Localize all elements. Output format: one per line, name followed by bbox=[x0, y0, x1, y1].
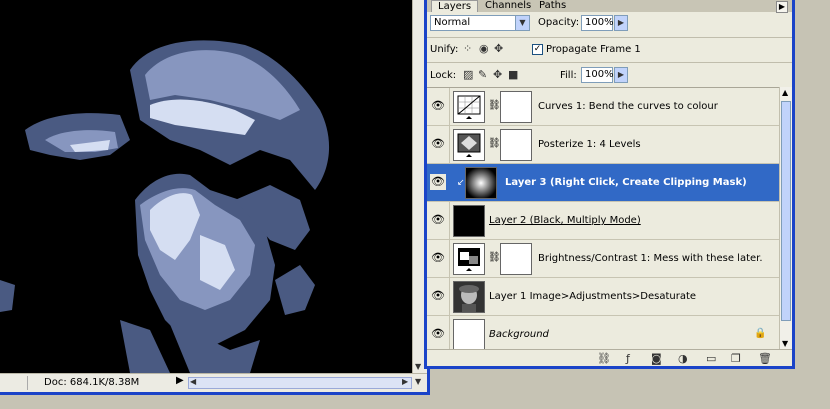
lock-label: Lock: bbox=[430, 70, 457, 81]
divider bbox=[427, 62, 792, 63]
layer-name: Layer 2 (Black, Multiply Mode) bbox=[489, 215, 641, 226]
scroll-down-arrow-icon[interactable]: ▼ bbox=[782, 339, 788, 348]
curves-adjustment-thumbnail-icon bbox=[453, 91, 485, 123]
layer-mask-thumbnail[interactable] bbox=[500, 129, 532, 161]
palette-tabs: Layers Channels Paths ▶ bbox=[427, 0, 792, 13]
fill-value: 100% bbox=[585, 69, 614, 80]
clipping-arrow-icon: ↙ bbox=[457, 178, 465, 188]
blend-mode-select[interactable]: Normal ▼ bbox=[430, 15, 530, 31]
doc-size-status: Doc: 684.1K/8.38M bbox=[44, 377, 140, 388]
tab-layers[interactable]: Layers bbox=[431, 0, 479, 12]
link-column[interactable] bbox=[449, 240, 450, 278]
palette-menu-arrow-icon[interactable]: ▶ bbox=[776, 1, 788, 13]
layer-row-brightness-contrast[interactable]: 👁 ⛓ Brightness/Contrast 1: Mess with the… bbox=[427, 240, 779, 278]
propagate-frame-label: Propagate Frame 1 bbox=[546, 44, 641, 55]
opacity-input[interactable]: 100% bbox=[581, 15, 614, 31]
posterize-adjustment-thumbnail-icon bbox=[453, 129, 485, 161]
scroll-up-arrow-icon[interactable]: ▲ bbox=[782, 88, 788, 97]
lock-paint-brush-icon[interactable]: ✎ bbox=[478, 68, 487, 81]
black-layer-thumbnail[interactable] bbox=[453, 205, 485, 237]
workspace-background bbox=[795, 0, 830, 409]
layer-list: 👁 ⛓ Curves 1: Bend the curves to colour … bbox=[427, 87, 779, 349]
brightness-contrast-thumbnail-icon bbox=[453, 243, 485, 275]
delete-layer-trash-icon[interactable]: 🗑 bbox=[758, 352, 772, 365]
layer-name: Brightness/Contrast 1: Mess with these l… bbox=[538, 253, 763, 264]
layer-list-scrollbar[interactable]: ▲ ▼ bbox=[779, 87, 792, 349]
link-layers-icon[interactable]: ⛓ bbox=[597, 352, 611, 365]
opacity-label: Opacity: bbox=[538, 17, 580, 28]
scroll-left-arrow-icon[interactable]: ◀ bbox=[190, 377, 196, 386]
eye-visibility-icon[interactable]: 👁 bbox=[430, 212, 446, 228]
lock-position-move-icon[interactable]: ✥ bbox=[493, 68, 502, 81]
unify-position-icon[interactable]: ⁘ bbox=[463, 42, 472, 55]
opacity-value: 100% bbox=[585, 17, 614, 28]
scroll-right-arrow-icon[interactable]: ▶ bbox=[402, 377, 408, 386]
layer-mask-thumbnail[interactable] bbox=[500, 91, 532, 123]
layer-name: Layer 3 (Right Click, Create Clipping Ma… bbox=[505, 177, 747, 188]
status-menu-arrow-icon[interactable]: ▶ bbox=[176, 375, 184, 386]
horizontal-scrollbar[interactable] bbox=[188, 377, 412, 389]
layers-palette: Layers Channels Paths ▶ Normal ▼ Opacity… bbox=[424, 0, 795, 369]
mask-link-chain-icon[interactable]: ⛓ bbox=[488, 138, 501, 149]
image-canvas[interactable] bbox=[0, 0, 412, 373]
fill-slider-arrow-icon[interactable]: ▶ bbox=[614, 67, 628, 83]
layer-row-posterize[interactable]: 👁 ⛓ Posterize 1: 4 Levels bbox=[427, 126, 779, 164]
layer-row-curves[interactable]: 👁 ⛓ Curves 1: Bend the curves to colour bbox=[427, 88, 779, 126]
scroll-down-corner-icon[interactable]: ▼ bbox=[415, 377, 421, 386]
link-column[interactable] bbox=[449, 202, 450, 240]
layer-style-fx-icon[interactable]: ƒ bbox=[626, 352, 630, 365]
palette-footer: ⛓ ƒ ◙ ◑ ▭ ❐ 🗑 bbox=[427, 349, 792, 366]
layer-name: Posterize 1: 4 Levels bbox=[538, 139, 641, 150]
add-mask-icon[interactable]: ◙ bbox=[651, 352, 662, 365]
link-column[interactable] bbox=[449, 316, 450, 349]
unify-style-icon[interactable]: ✥ bbox=[494, 42, 503, 55]
link-column[interactable] bbox=[449, 278, 450, 316]
layer-row-layer-2[interactable]: 👁 Layer 2 (Black, Multiply Mode) bbox=[427, 202, 779, 240]
new-group-folder-icon[interactable]: ▭ bbox=[706, 352, 716, 365]
scrollbar-thumb[interactable] bbox=[781, 101, 791, 321]
status-bar: Doc: 684.1K/8.38M ▶ ◀ ▶ ▼ bbox=[0, 373, 427, 392]
gradient-layer-thumbnail[interactable] bbox=[465, 167, 497, 199]
zoom-field[interactable] bbox=[0, 376, 28, 390]
lock-transparency-icon[interactable]: ▨ bbox=[463, 68, 473, 81]
divider bbox=[427, 37, 792, 38]
fill-input[interactable]: 100% bbox=[581, 67, 614, 83]
eye-visibility-icon[interactable]: 👁 bbox=[430, 98, 446, 114]
opacity-slider-arrow-icon[interactable]: ▶ bbox=[614, 15, 628, 31]
new-layer-icon[interactable]: ❐ bbox=[731, 352, 741, 365]
tab-paths[interactable]: Paths bbox=[533, 0, 572, 12]
mask-link-chain-icon[interactable]: ⛓ bbox=[488, 252, 501, 263]
layer-name: Layer 1 Image>Adjustments>Desaturate bbox=[489, 291, 697, 302]
tab-channels[interactable]: Channels bbox=[479, 0, 537, 12]
eye-visibility-icon[interactable]: 👁 bbox=[430, 174, 446, 190]
layer-row-background[interactable]: 👁 Background 🔒 bbox=[427, 316, 779, 349]
layer-row-layer-1[interactable]: 👁 Layer 1 Image>Adjustments>Desaturate bbox=[427, 278, 779, 316]
link-column[interactable] bbox=[449, 88, 450, 126]
blend-mode-value: Normal bbox=[434, 17, 471, 28]
link-column[interactable] bbox=[449, 126, 450, 164]
eye-visibility-icon[interactable]: 👁 bbox=[430, 326, 446, 342]
fill-label: Fill: bbox=[560, 70, 577, 81]
eye-visibility-icon[interactable]: 👁 bbox=[430, 136, 446, 152]
lock-all-icon[interactable]: ■ bbox=[508, 68, 518, 81]
layer-name: Background bbox=[489, 329, 549, 340]
unify-label: Unify: bbox=[430, 44, 459, 55]
layer-row-layer-3[interactable]: 👁 ↙ Layer 3 (Right Click, Create Clippin… bbox=[427, 164, 779, 202]
document-window: ▼ Doc: 684.1K/8.38M ▶ ◀ ▶ ▼ bbox=[0, 0, 430, 395]
photo-layer-thumbnail[interactable] bbox=[453, 281, 485, 313]
propagate-frame-checkbox[interactable]: ✓ bbox=[532, 44, 543, 55]
layer-name: Curves 1: Bend the curves to colour bbox=[538, 101, 718, 112]
chevron-down-icon[interactable]: ▼ bbox=[515, 16, 529, 30]
background-layer-thumbnail[interactable] bbox=[453, 319, 485, 349]
lock-icon: 🔒 bbox=[754, 328, 767, 339]
eye-visibility-icon[interactable]: 👁 bbox=[430, 250, 446, 266]
scroll-down-arrow-icon[interactable]: ▼ bbox=[415, 362, 421, 371]
mask-link-chain-icon[interactable]: ⛓ bbox=[488, 100, 501, 111]
unify-visibility-icon[interactable]: ◉ bbox=[479, 42, 489, 55]
layer-mask-thumbnail[interactable] bbox=[500, 243, 532, 275]
workspace-background-bottom bbox=[430, 369, 830, 409]
posterized-portrait-image bbox=[0, 0, 412, 373]
eye-visibility-icon[interactable]: 👁 bbox=[430, 288, 446, 304]
new-adjustment-layer-icon[interactable]: ◑ bbox=[678, 352, 688, 365]
